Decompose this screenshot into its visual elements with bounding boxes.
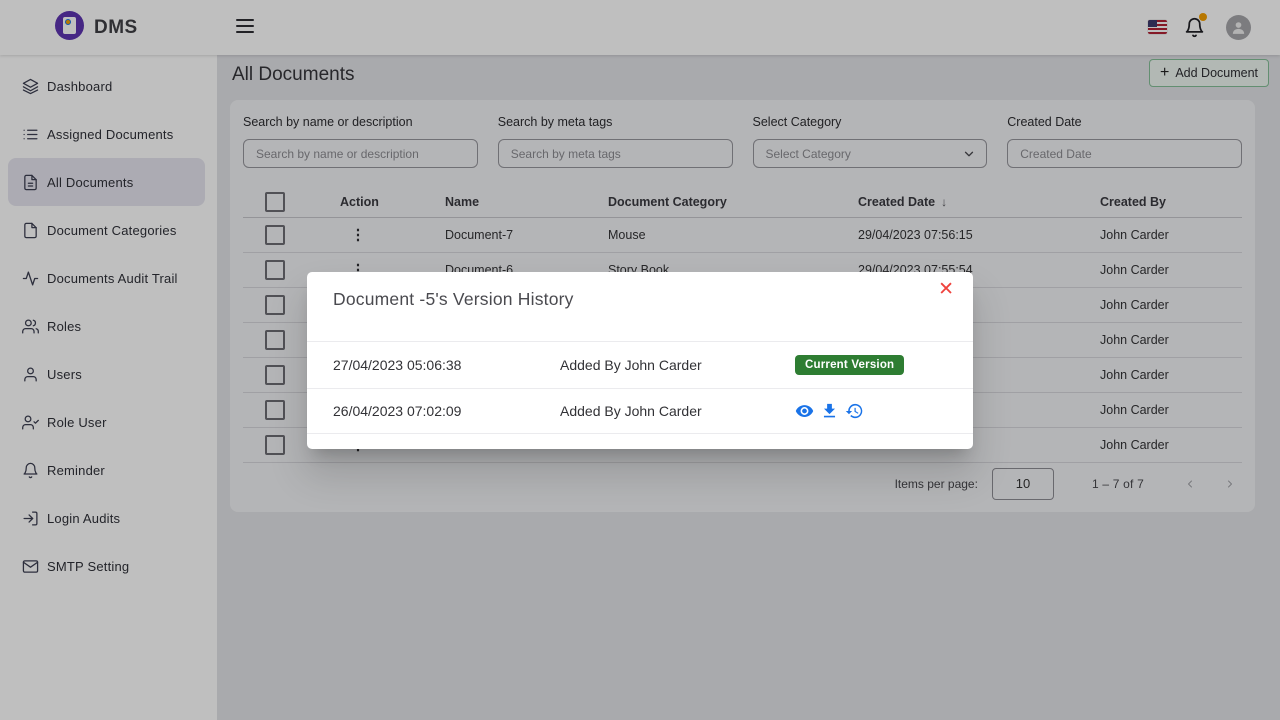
version-added-by: Added By John Carder [560,357,702,373]
close-icon[interactable]: ✕ [932,279,960,300]
restore-version-button[interactable] [845,401,864,420]
modal-header: Document -5's Version History ✕ [307,272,973,342]
version-history-modal: Document -5's Version History ✕ 27/04/20… [307,272,973,449]
eye-icon [795,401,814,420]
version-date: 27/04/2023 05:06:38 [333,357,461,373]
current-version-badge: Current Version [795,355,904,375]
app-root: DMS Dashboard Assigned Documents All Doc… [0,0,1280,720]
restore-history-icon [845,401,864,420]
download-version-button[interactable] [820,401,839,420]
version-added-by: Added By John Carder [560,403,702,419]
version-date: 26/04/2023 07:02:09 [333,403,461,419]
download-icon [820,401,839,420]
version-row: 26/04/2023 07:02:09 Added By John Carder [307,388,973,434]
modal-title: Document -5's Version History [333,289,574,310]
view-version-button[interactable] [795,401,814,420]
version-row: 27/04/2023 05:06:38 Added By John Carder… [307,341,973,389]
